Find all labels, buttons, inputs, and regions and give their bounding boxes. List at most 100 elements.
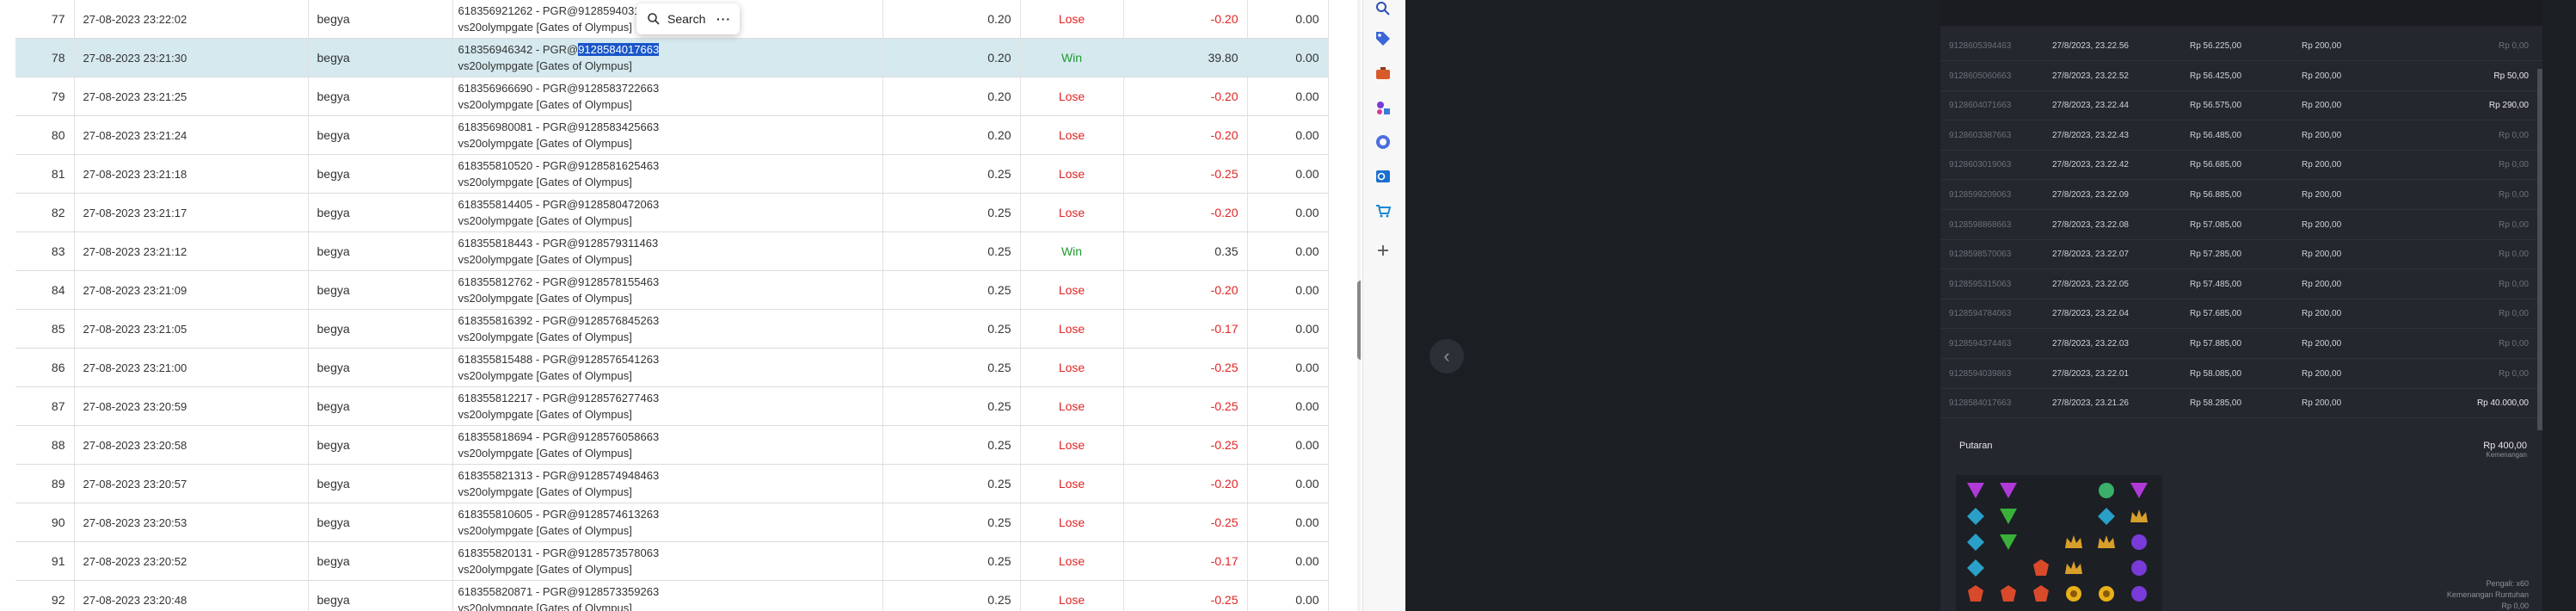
result-status: Lose	[1020, 0, 1124, 39]
transaction-id[interactable]: 618355812762 - PGR@9128578155463	[458, 274, 874, 290]
table-row[interactable]: 84 27-08-2023 23:21:09 begya 618355812762 -…	[15, 270, 1329, 310]
transaction-id[interactable]: 618355810605 - PGR@9128574613263	[458, 506, 874, 522]
game-name: vs20olympgate [Gates of Olympus]	[458, 408, 632, 421]
panel-scrollbar[interactable]	[2537, 69, 2542, 430]
back-arrow-button[interactable]: ‹	[1429, 339, 1464, 373]
row-number: 87	[15, 386, 75, 426]
bet-detail: 618355810520 - PGR@9128581625463 vs20olym…	[452, 154, 883, 194]
bet-datetime: 27-08-2023 23:21:00	[74, 348, 309, 387]
copilot-icon[interactable]	[1374, 133, 1393, 151]
games-icon[interactable]	[1374, 98, 1393, 117]
spin-win: Rp 290,00	[2488, 101, 2529, 111]
spin-history-row[interactable]: 9128594784063 27/8/2023, 23.22.04 Rp 57.68…	[1940, 299, 2542, 330]
transaction-id[interactable]: 618355816392 - PGR@9128576845263	[458, 312, 874, 329]
spin-history-row[interactable]: 9128603387663 27/8/2023, 23.22.43 Rp 56.48…	[1940, 120, 2542, 151]
spin-history-row[interactable]: 9128595315063 27/8/2023, 23.22.05 Rp 57.48…	[1940, 269, 2542, 299]
jackpot-amount: 0.00	[1247, 154, 1329, 194]
spin-history-row[interactable]: 9128598570063 27/8/2023, 23.22.07 Rp 57.28…	[1940, 239, 2542, 270]
bet-detail: 618355812217 - PGR@9128576277463 vs20olym…	[452, 386, 883, 426]
tri-symbol-icon	[1961, 478, 1990, 502]
transaction-id[interactable]: 618355814405 - PGR@9128580472063	[458, 196, 874, 213]
transaction-id[interactable]: 618356966690 - PGR@9128583722663	[458, 80, 874, 96]
search-label[interactable]: Search	[667, 12, 705, 26]
table-row[interactable]: 91 27-08-2023 23:20:52 begya 618355820131 -…	[15, 541, 1329, 581]
transaction-id[interactable]: 618355818694 - PGR@9128576058663	[458, 429, 874, 445]
spin-history-row[interactable]: 9128594039863 27/8/2023, 23.22.01 Rp 58.08…	[1940, 359, 2542, 389]
table-row[interactable]: 87 27-08-2023 23:20:59 begya 618355812217 -…	[15, 386, 1329, 426]
search-context-popup[interactable]: Search ···	[636, 3, 740, 34]
spin-history-row[interactable]: 9128599209063 27/8/2023, 23.22.09 Rp 56.88…	[1940, 180, 2542, 210]
spin-date: 27/8/2023, 23.22.52	[2052, 71, 2129, 81]
shopping-icon[interactable]	[1374, 201, 1393, 220]
table-row[interactable]: 83 27-08-2023 23:21:12 begya 618355818443 -…	[15, 231, 1329, 271]
spin-history-row[interactable]: 9128584017663 27/8/2023, 23.21.26 Rp 58.28…	[1940, 388, 2542, 419]
transaction-id[interactable]: 618356946342 - PGR@9128584017663	[458, 41, 874, 58]
bet-amount: 0.25	[882, 464, 1021, 503]
row-number: 88	[15, 425, 75, 465]
bet-detail: 618355820131 - PGR@9128573578063 vs20olym…	[452, 541, 883, 581]
spin-id: 9128598570063	[1949, 250, 2012, 260]
spin-date: 27/8/2023, 23.22.09	[2052, 190, 2129, 200]
tag-icon[interactable]	[1374, 29, 1393, 48]
table-row[interactable]: 92 27-08-2023 23:20:48 begya 618355820871 -…	[15, 580, 1329, 611]
search-icon[interactable]	[1374, 0, 1393, 19]
game-name: vs20olympgate [Gates of Olympus]	[458, 59, 632, 72]
win-lose-amount: 0.35	[1123, 231, 1248, 271]
win-lose-amount: -0.20	[1123, 193, 1248, 232]
row-number: 85	[15, 309, 75, 349]
add-icon[interactable]	[1374, 241, 1393, 260]
result-status: Win	[1020, 38, 1124, 77]
table-row[interactable]: 79 27-08-2023 23:21:25 begya 618356966690 -…	[15, 77, 1329, 116]
spin-id: 9128594374463	[1949, 339, 2012, 349]
more-options-icon[interactable]: ···	[716, 12, 731, 26]
spin-history-row[interactable]: 9128603019063 27/8/2023, 23.22.42 Rp 56.68…	[1940, 150, 2542, 181]
transaction-id[interactable]: 618355810520 - PGR@9128581625463	[458, 157, 874, 174]
username: begya	[308, 580, 453, 611]
spin-history-row[interactable]: 9128604071663 27/8/2023, 23.22.44 Rp 56.57…	[1940, 90, 2542, 121]
table-row[interactable]: 89 27-08-2023 23:20:57 begya 618355821313 -…	[15, 464, 1329, 503]
table-scrollbar-thumb[interactable]	[1357, 281, 1361, 360]
table-row[interactable]: 81 27-08-2023 23:21:18 begya 618355810520 -…	[15, 154, 1329, 194]
round-total-value: Rp 400,00	[2483, 441, 2527, 451]
outlook-icon[interactable]	[1374, 167, 1393, 186]
briefcase-icon[interactable]	[1374, 64, 1393, 83]
spin-history-row[interactable]: 9128598868663 27/8/2023, 23.22.08 Rp 57.08…	[1940, 210, 2542, 240]
transaction-id[interactable]: 618355815488 - PGR@9128576541263	[458, 351, 874, 367]
round-total: Rp 400,00 Kemenangan	[2483, 441, 2527, 459]
dia-symbol-icon	[2092, 504, 2121, 528]
table-row[interactable]: 80 27-08-2023 23:21:24 begya 618356980081 -…	[15, 115, 1329, 155]
spin-bet: Rp 200,00	[2302, 71, 2342, 81]
spin-win: Rp 50,00	[2493, 71, 2529, 81]
spin-id: 9128599209063	[1949, 190, 2012, 200]
table-row[interactable]: 88 27-08-2023 23:20:58 begya 618355818694 -…	[15, 425, 1329, 465]
spin-history-row[interactable]: 9128594374463 27/8/2023, 23.22.03 Rp 57.88…	[1940, 329, 2542, 359]
table-row[interactable]: 78 27-08-2023 23:21:30 begya 618356946342 -…	[15, 38, 1329, 77]
crown-symbol-icon	[2092, 530, 2121, 553]
result-status: Lose	[1020, 464, 1124, 503]
table-row[interactable]: 85 27-08-2023 23:21:05 begya 618355816392 -…	[15, 309, 1329, 349]
transaction-id[interactable]: 618355821313 - PGR@9128574948463	[458, 467, 874, 484]
win-lose-amount: -0.20	[1123, 115, 1248, 155]
bet-detail: 618355818443 - PGR@9128579311463 vs20olym…	[452, 231, 883, 271]
jackpot-amount: 0.00	[1247, 231, 1329, 271]
transaction-id[interactable]: 618355820131 - PGR@9128573578063	[458, 545, 874, 561]
slot-reels-grid	[1956, 475, 2162, 611]
spin-history-row[interactable]: 9128605060663 27/8/2023, 23.22.52 Rp 56.42…	[1940, 61, 2542, 91]
transaction-id[interactable]: 618356980081 - PGR@9128583425663	[458, 119, 874, 135]
table-row[interactable]: 90 27-08-2023 23:20:53 begya 618355810605 -…	[15, 503, 1329, 542]
transaction-id[interactable]: 618355820871 - PGR@9128573359263	[458, 583, 874, 600]
bet-amount: 0.25	[882, 154, 1021, 194]
dia-symbol-icon	[1961, 556, 1990, 579]
bet-datetime: 27-08-2023 23:21:12	[74, 231, 309, 271]
transaction-id[interactable]: 618355812217 - PGR@9128576277463	[458, 390, 874, 406]
game-name: vs20olympgate [Gates of Olympus]	[458, 485, 632, 498]
selected-text-highlight[interactable]: 9128584017663	[578, 43, 660, 56]
bet-datetime: 27-08-2023 23:20:57	[74, 464, 309, 503]
jackpot-amount: 0.00	[1247, 115, 1329, 155]
bet-detail: 618355820871 - PGR@9128573359263 vs20olym…	[452, 580, 883, 611]
table-row[interactable]: 86 27-08-2023 23:21:00 begya 618355815488 -…	[15, 348, 1329, 387]
bet-amount: 0.25	[882, 580, 1021, 611]
table-row[interactable]: 82 27-08-2023 23:21:17 begya 618355814405 -…	[15, 193, 1329, 232]
transaction-id[interactable]: 618355818443 - PGR@9128579311463	[458, 235, 874, 251]
spin-history-row[interactable]: 9128605394463 27/8/2023, 23.22.56 Rp 56.22…	[1940, 31, 2542, 61]
